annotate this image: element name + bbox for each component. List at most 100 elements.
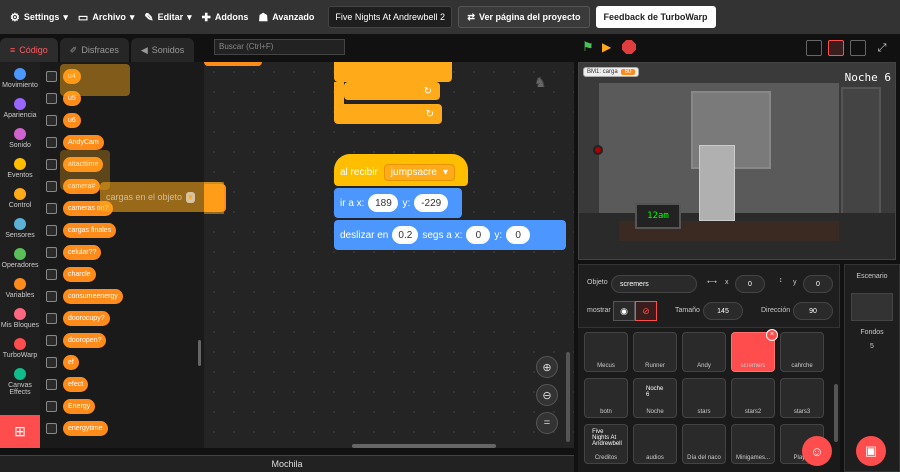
y-input[interactable]: 0 <box>803 275 833 293</box>
mochila-bar[interactable]: Mochila <box>0 455 574 472</box>
variable-reporter[interactable]: doorocupy? <box>63 311 110 326</box>
partial-block-top-2[interactable]: ↻ <box>344 82 440 100</box>
ghost-dragged-block-mid[interactable] <box>60 150 110 190</box>
ghost-dragged-block-top[interactable] <box>60 64 130 96</box>
partial-block-top-3[interactable] <box>334 82 344 106</box>
sprite-tile[interactable]: Noche 6 Noche <box>633 378 677 418</box>
variable-reporter[interactable]: consumeenergy <box>63 289 123 304</box>
sprite-tile[interactable]: Día del naco <box>682 424 726 464</box>
horizontal-scrollbar[interactable] <box>352 444 496 448</box>
pause-button[interactable]: ▶ <box>602 40 616 54</box>
message-dropdown[interactable]: jumpsacre ▾ <box>383 163 455 181</box>
category-control[interactable]: Control <box>0 188 40 209</box>
large-stage-button[interactable] <box>850 40 866 56</box>
variable-checkbox[interactable] <box>46 203 57 214</box>
delete-sprite-button[interactable]: × <box>766 329 778 341</box>
category-movimiento[interactable]: Movimiento <box>0 68 40 89</box>
x-input[interactable]: 0 <box>735 275 765 293</box>
variable-checkbox[interactable] <box>46 335 57 346</box>
glide-secs-input[interactable]: 0.2 <box>392 226 419 244</box>
fullscreen-button[interactable]: ⤢ <box>874 40 890 56</box>
sprite-tile[interactable]: scremers × <box>731 329 778 372</box>
category-canvas-effects[interactable]: Canvas Effects <box>0 368 40 396</box>
sprite-name-input[interactable]: scremers <box>611 275 697 293</box>
settings-menu[interactable]: ⚙ Settings ▾ <box>10 11 68 24</box>
when-receive-hat-block[interactable]: al recibir jumpsacre ▾ <box>334 154 468 186</box>
category-apariencia[interactable]: Apariencia <box>0 98 40 119</box>
category-sensores[interactable]: Sensores <box>0 218 40 239</box>
palette-scrollbar[interactable] <box>198 340 201 366</box>
goto-xy-block[interactable]: ir a x: 189 y: -229 <box>334 188 462 218</box>
variable-reporter[interactable]: efect <box>63 377 89 392</box>
variable-checkbox[interactable] <box>46 181 57 192</box>
small-stage-button[interactable] <box>806 40 822 56</box>
ver-pagina-button[interactable]: ⇄ Ver página del proyecto <box>458 6 590 28</box>
variable-checkbox[interactable] <box>46 401 57 412</box>
add-sprite-button[interactable]: ☺ <box>802 436 832 466</box>
sprite-tile[interactable]: stars3 <box>780 378 824 418</box>
vertical-scrollbar[interactable] <box>566 352 570 442</box>
sprite-tile[interactable]: cahrche <box>780 332 824 372</box>
feedback-button[interactable]: Feedback de TurboWarp <box>595 6 716 28</box>
category-operadores[interactable]: Operadores <box>0 248 40 269</box>
addons-menu[interactable]: ✚ Addons <box>202 11 249 24</box>
variable-checkbox[interactable] <box>46 357 57 368</box>
tab-sonidos[interactable]: ◀ Sonidos <box>130 38 195 62</box>
variable-checkbox[interactable] <box>46 313 57 324</box>
variable-reporter[interactable]: u6 <box>63 113 81 128</box>
category-sonido[interactable]: Sonido <box>0 128 40 149</box>
glide-block[interactable]: deslizar en 0.2 segs a x: 0 y: 0 <box>334 220 566 250</box>
add-extension-button[interactable]: ⊞ <box>0 415 40 448</box>
hide-button[interactable]: ⊘ <box>635 301 657 321</box>
tab-codigo[interactable]: ≡ Código <box>0 38 58 62</box>
tab-disfraces[interactable]: ✐ Disfraces <box>59 38 129 62</box>
variable-checkbox[interactable] <box>46 269 57 280</box>
variable-reporter[interactable]: energytime <box>63 421 108 436</box>
sprite-list-scrollbar[interactable] <box>834 384 838 442</box>
partial-block-top-4[interactable]: ↻ <box>334 104 442 124</box>
sprite-tile[interactable]: Minigames... <box>731 424 775 464</box>
variable-checkbox[interactable] <box>46 93 57 104</box>
sprite-tile[interactable]: Runner <box>633 332 677 372</box>
glide-x-input[interactable]: 0 <box>466 226 491 244</box>
category-variables[interactable]: Variables <box>0 278 40 299</box>
zoom-out-button[interactable]: ⊖ <box>536 384 558 406</box>
show-button[interactable]: ◉ <box>613 301 635 321</box>
variable-reporter[interactable]: cargas finales <box>63 223 117 238</box>
category-eventos[interactable]: Eventos <box>0 158 40 179</box>
variable-checkbox[interactable] <box>46 71 57 82</box>
search-input[interactable]: Buscar (Ctrl+F) <box>214 39 345 55</box>
stage-thumbnail[interactable] <box>851 293 893 321</box>
variable-reporter[interactable]: ef <box>63 355 79 370</box>
green-flag-button[interactable]: ⚑ <box>582 40 596 54</box>
zoom-in-button[interactable]: ⊕ <box>536 356 558 378</box>
goto-y-input[interactable]: -229 <box>414 194 449 212</box>
editar-menu[interactable]: ✎ Editar ▾ <box>144 11 191 24</box>
size-input[interactable]: 145 <box>703 302 743 320</box>
avanzado-menu[interactable]: ☗ Avanzado <box>258 11 314 24</box>
category-turbowarp[interactable]: TurboWarp <box>0 338 40 359</box>
stage-canvas[interactable]: 12am BM1: carga 60 Noche 6 <box>578 62 896 260</box>
stop-button[interactable] <box>622 40 636 54</box>
sprite-tile[interactable]: Five Nights At Andrewbell Creditos <box>584 424 628 464</box>
goto-x-input[interactable]: 189 <box>368 194 399 212</box>
zoom-reset-button[interactable]: = <box>536 412 558 434</box>
sprite-tile[interactable]: stars <box>682 378 726 418</box>
variable-checkbox[interactable] <box>46 137 57 148</box>
sprite-tile[interactable]: audios <box>633 424 677 464</box>
variable-checkbox[interactable] <box>46 159 57 170</box>
partial-dark-block[interactable] <box>204 62 262 66</box>
variable-checkbox[interactable] <box>46 423 57 434</box>
variable-reporter[interactable]: AndyCam <box>63 135 104 150</box>
sprite-tile[interactable]: stars2 <box>731 378 775 418</box>
variable-checkbox[interactable] <box>46 247 57 258</box>
glide-y-input[interactable]: 0 <box>506 226 531 244</box>
add-backdrop-button[interactable]: ▣ <box>856 436 886 466</box>
wall-button[interactable] <box>593 145 603 155</box>
variable-checkbox[interactable] <box>46 225 57 236</box>
project-title-input[interactable]: Five Nights At Andrewbell 2 <box>328 6 453 28</box>
variable-checkbox[interactable] <box>46 115 57 126</box>
partial-block-top[interactable] <box>334 62 452 82</box>
direction-input[interactable]: 90 <box>793 302 833 320</box>
variable-checkbox[interactable] <box>46 379 57 390</box>
